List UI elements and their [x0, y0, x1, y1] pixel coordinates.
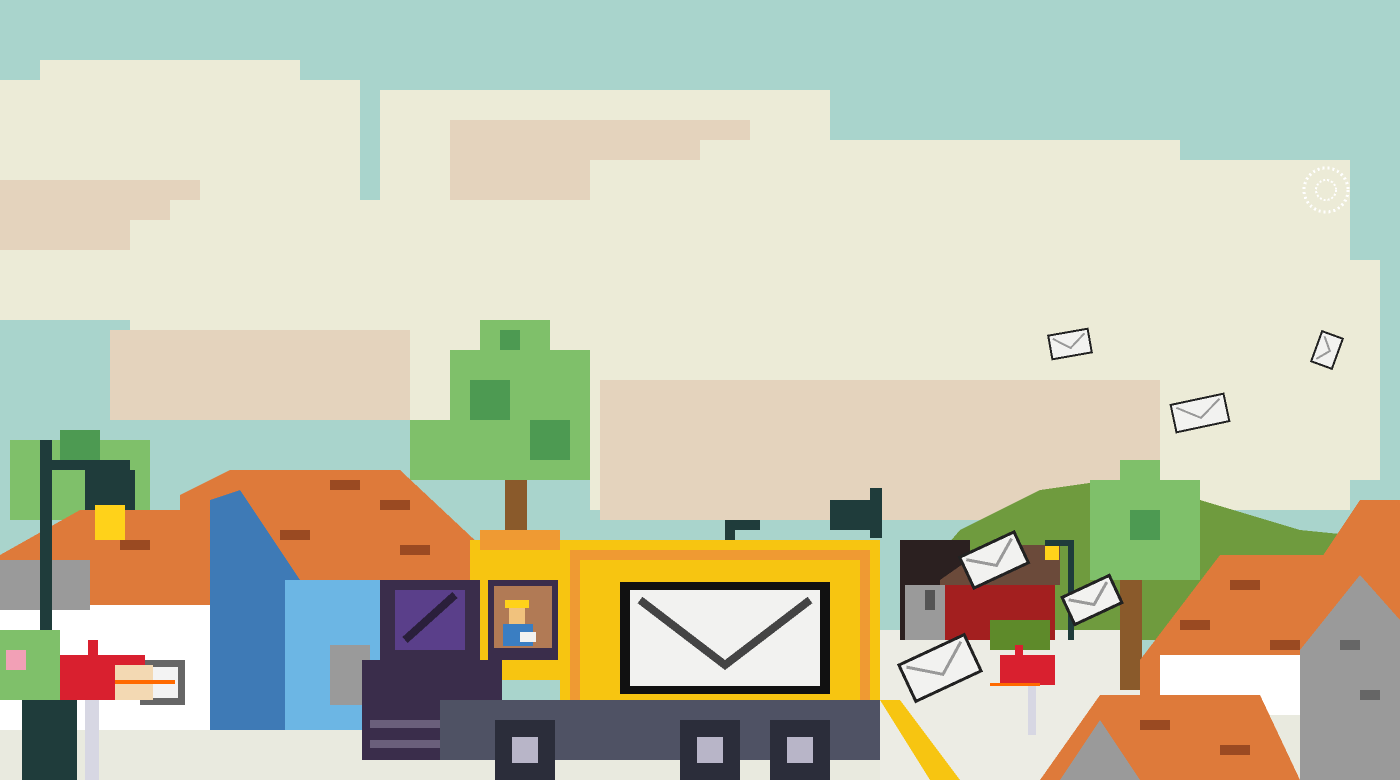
cloud [590, 140, 1380, 520]
bush [0, 630, 60, 700]
game-scene [0, 0, 1400, 780]
